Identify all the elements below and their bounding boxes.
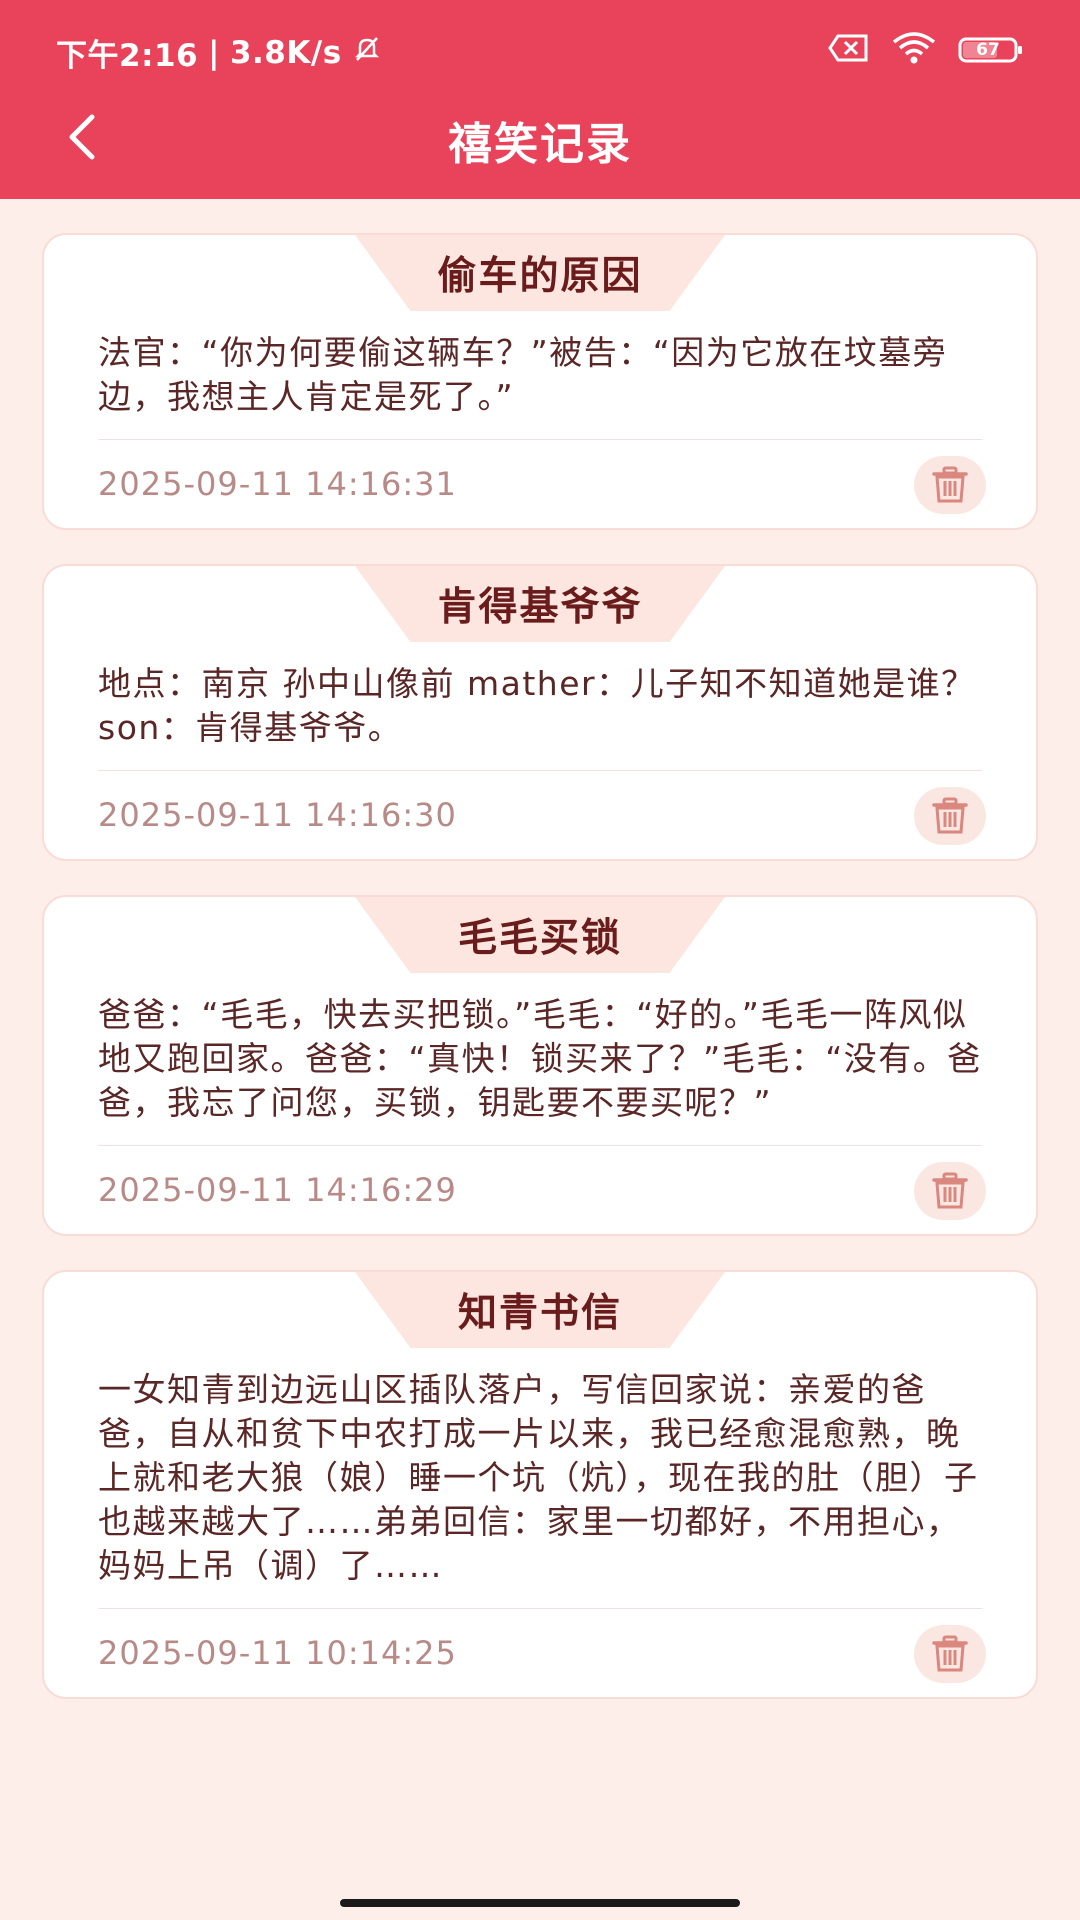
record-title-tab: 毛毛买锁 bbox=[355, 897, 725, 973]
record-title-tab: 肯得基爷爷 bbox=[355, 566, 725, 642]
delete-button[interactable] bbox=[914, 456, 986, 514]
record-title-tab: 知青书信 bbox=[355, 1272, 725, 1348]
record-title: 偷车的原因 bbox=[437, 254, 643, 299]
record-card: 毛毛买锁 爸爸：“毛毛，快去买把锁。”毛毛：“好的。”毛毛一阵风似地又跑回家。爸… bbox=[42, 895, 1038, 1236]
trash-icon bbox=[932, 466, 968, 503]
delete-button[interactable] bbox=[914, 787, 986, 845]
trash-icon bbox=[932, 1635, 968, 1672]
mute-bell-icon bbox=[352, 34, 382, 72]
battery-level: 67 bbox=[976, 40, 1000, 60]
record-footer: 2025-09-11 10:14:25 bbox=[98, 1609, 986, 1697]
status-time: 下午2:16 bbox=[56, 38, 199, 74]
record-footer: 2025-09-11 14:16:29 bbox=[98, 1146, 986, 1234]
record-title: 肯得基爷爷 bbox=[437, 585, 643, 630]
record-timestamp: 2025-09-11 14:16:29 bbox=[98, 1171, 457, 1209]
page-title: 禧笑记录 bbox=[448, 119, 632, 170]
trash-icon bbox=[932, 1172, 968, 1209]
record-card: 肯得基爷爷 地点：南京 孙中山像前 mather：儿子知不知道她是谁？ son：… bbox=[42, 564, 1038, 861]
battery-icon: 67 bbox=[958, 36, 1024, 64]
record-timestamp: 2025-09-11 14:16:30 bbox=[98, 796, 457, 834]
network-speed: 3.8K/s bbox=[229, 34, 342, 71]
delete-button[interactable] bbox=[914, 1625, 986, 1683]
status-left: 下午2:16 | 3.8K/s bbox=[56, 30, 382, 75]
home-indicator[interactable] bbox=[340, 1899, 740, 1907]
status-bar: 下午2:16 | 3.8K/s 67 bbox=[0, 0, 1080, 100]
delete-button[interactable] bbox=[914, 1162, 986, 1220]
records-list: 偷车的原因 法官：“你为何要偷这辆车？”被告：“因为它放在坟墓旁边，我想主人肯定… bbox=[42, 233, 1038, 1733]
record-title-tab: 偷车的原因 bbox=[355, 235, 725, 311]
record-footer: 2025-09-11 14:16:31 bbox=[98, 440, 986, 528]
record-footer: 2025-09-11 14:16:30 bbox=[98, 771, 986, 859]
record-title: 毛毛买锁 bbox=[457, 916, 622, 961]
status-separator: | bbox=[208, 34, 220, 71]
wifi-icon bbox=[892, 32, 936, 68]
record-card: 知青书信 一女知青到边远山区插队落户，写信回家说：亲爱的爸爸，自从和贫下中农打成… bbox=[42, 1270, 1038, 1699]
record-timestamp: 2025-09-11 14:16:31 bbox=[98, 465, 457, 503]
record-timestamp: 2025-09-11 10:14:25 bbox=[98, 1634, 457, 1672]
trash-icon bbox=[932, 797, 968, 834]
status-right: 67 bbox=[828, 32, 1024, 68]
sim-off-icon bbox=[828, 33, 870, 67]
app-header: 下午2:16 | 3.8K/s 67 禧笑记录 bbox=[0, 0, 1080, 199]
record-card: 偷车的原因 法官：“你为何要偷这辆车？”被告：“因为它放在坟墓旁边，我想主人肯定… bbox=[42, 233, 1038, 530]
record-title: 知青书信 bbox=[457, 1291, 622, 1336]
